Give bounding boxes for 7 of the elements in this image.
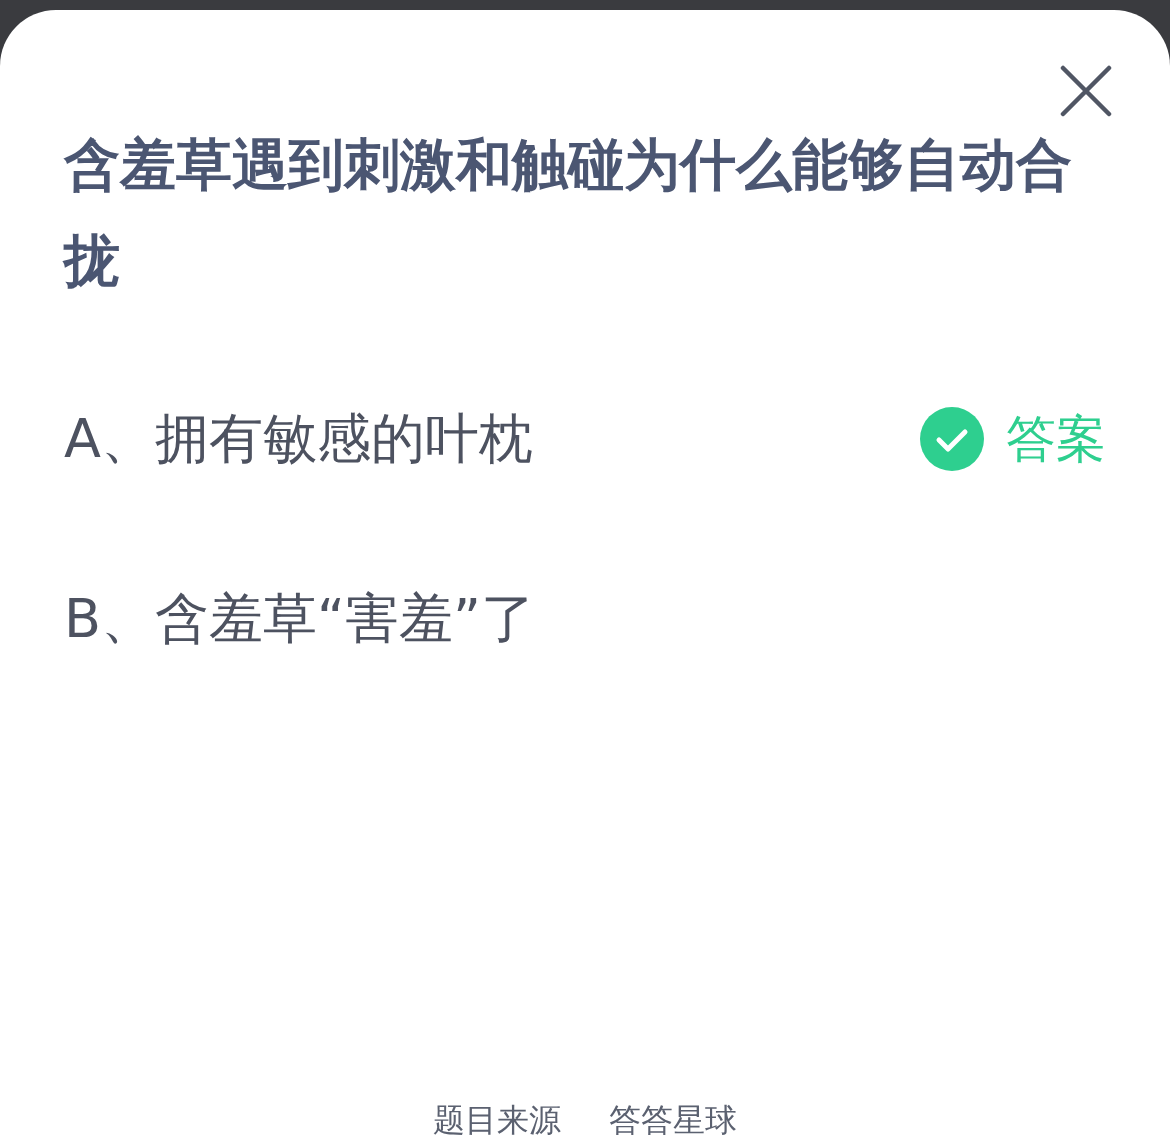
- answer-label: 答案: [1006, 408, 1106, 470]
- source-name: 答答星球: [609, 1100, 737, 1140]
- answer-option[interactable]: B、含羞草“害羞”了: [64, 582, 535, 656]
- close-icon[interactable]: [1060, 65, 1112, 117]
- question-title: 含羞草遇到刺激和触碰为什么能够自动合拢: [64, 131, 1073, 295]
- source-label: 题目来源: [433, 1100, 561, 1140]
- answer-option[interactable]: A、拥有敏感的叶枕: [64, 402, 533, 476]
